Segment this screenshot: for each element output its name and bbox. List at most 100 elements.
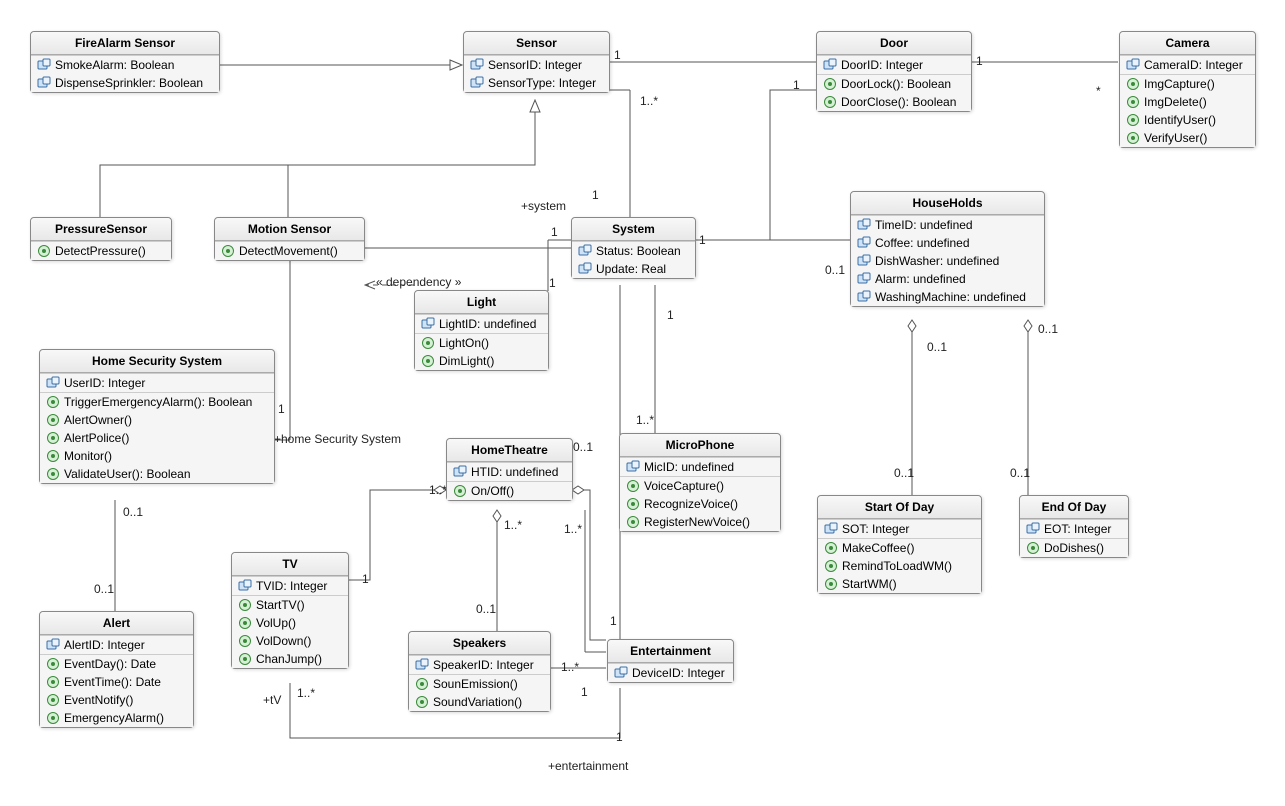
class-hometheatre[interactable]: HomeTheatre HTID: undefined On/Off() [446, 438, 573, 501]
operation-icon [453, 484, 467, 498]
member-text: CameraID: Integer [1144, 58, 1243, 72]
attribute-icon [470, 76, 484, 90]
class-firealarm-sensor[interactable]: FireAlarm Sensor SmokeAlarm: BooleanDisp… [30, 31, 220, 93]
member-text: ChanJump() [256, 652, 322, 666]
operation-row: DimLight() [415, 352, 548, 370]
mult: 1 [616, 730, 623, 744]
class-title: End Of Day [1020, 496, 1128, 519]
member-text: Update: Real [596, 262, 666, 276]
mult: 0..1 [573, 440, 593, 454]
operation-row: LightOn() [415, 334, 548, 352]
mult: 1 [667, 308, 674, 322]
class-title: Alert [40, 612, 193, 635]
member-text: SOT: Integer [842, 522, 909, 536]
member-text: EventDay(): Date [64, 657, 156, 671]
class-motion-sensor[interactable]: Motion Sensor DetectMovement() [214, 217, 365, 261]
operation-icon [824, 559, 838, 573]
member-text: SmokeAlarm: Boolean [55, 58, 174, 72]
member-text: DeviceID: Integer [632, 666, 725, 680]
member-text: AlertOwner() [64, 413, 132, 427]
class-end-of-day[interactable]: End Of Day EOT: Integer DoDishes() [1019, 495, 1129, 558]
class-microphone[interactable]: MicroPhone MicID: undefined VoiceCapture… [619, 433, 781, 532]
attribute-icon [37, 76, 51, 90]
member-text: StartWM() [842, 577, 897, 591]
mult: 1 [549, 276, 556, 290]
attribute-icon [857, 272, 871, 286]
class-title: Sensor [464, 32, 609, 55]
class-alert[interactable]: Alert AlertID: Integer EventDay(): Date E… [39, 611, 194, 728]
class-title: TV [232, 553, 348, 576]
mult: 1 [610, 614, 617, 628]
member-text: TriggerEmergencyAlarm(): Boolean [64, 395, 252, 409]
member-text: TimeID: undefined [875, 218, 973, 232]
class-pressure-sensor[interactable]: PressureSensor DetectPressure() [30, 217, 172, 261]
member-text: EmergencyAlarm() [64, 711, 164, 725]
operation-row: DetectPressure() [31, 242, 171, 260]
operation-row: RemindToLoadWM() [818, 557, 981, 575]
mult: 0..1 [476, 602, 496, 616]
class-sensor[interactable]: Sensor SensorID: IntegerSensorType: Inte… [463, 31, 610, 93]
class-title: Home Security System [40, 350, 274, 373]
class-tv[interactable]: TV TVID: Integer StartTV()VolUp()VolDown… [231, 552, 349, 669]
operation-row: RecognizeVoice() [620, 495, 780, 513]
operation-row: AlertOwner() [40, 411, 274, 429]
class-households[interactable]: HouseHolds TimeID: undefined Coffee: unde… [850, 191, 1045, 307]
attribute-row: HTID: undefined [447, 463, 572, 481]
operation-row: VolUp() [232, 614, 348, 632]
operation-row: EmergencyAlarm() [40, 709, 193, 727]
member-text: VolDown() [256, 634, 311, 648]
class-title: HouseHolds [851, 192, 1044, 215]
operation-row: ImgCapture() [1120, 75, 1255, 93]
class-camera[interactable]: Camera CameraID: Integer ImgCapture()Img… [1119, 31, 1256, 148]
member-text: VoiceCapture() [644, 479, 724, 493]
attribute-icon [626, 460, 640, 474]
mult: 0..1 [94, 582, 114, 596]
member-text: SpeakerID: Integer [433, 658, 534, 672]
attribute-icon [1126, 58, 1140, 72]
member-text: AlertPolice() [64, 431, 129, 445]
operation-icon [46, 675, 60, 689]
class-start-of-day[interactable]: Start Of Day SOT: Integer MakeCoffee()Re… [817, 495, 982, 594]
attribute-icon [823, 58, 837, 72]
class-home-security-system[interactable]: Home Security System UserID: Integer Tri… [39, 349, 275, 484]
attribute-row: SpeakerID: Integer [409, 656, 550, 674]
member-text: ImgCapture() [1144, 77, 1215, 91]
mult: 1 [976, 54, 983, 68]
operation-icon [626, 497, 640, 511]
attribute-icon [578, 244, 592, 258]
operation-row: RegisterNewVoice() [620, 513, 780, 531]
mult: 0..1 [825, 263, 845, 277]
class-speakers[interactable]: Speakers SpeakerID: Integer SounEmission… [408, 631, 551, 712]
operation-icon [415, 695, 429, 709]
attribute-icon [421, 317, 435, 331]
operation-icon [1126, 95, 1140, 109]
operation-row: VoiceCapture() [620, 477, 780, 495]
member-text: SensorID: Integer [488, 58, 582, 72]
attribute-row: AlertID: Integer [40, 636, 193, 654]
member-text: DishWasher: undefined [875, 254, 999, 268]
class-title: Door [817, 32, 971, 55]
operation-row: IdentifyUser() [1120, 111, 1255, 129]
attribute-icon [1026, 522, 1040, 536]
member-text: DoorClose(): Boolean [841, 95, 956, 109]
attribute-icon [857, 290, 871, 304]
class-system[interactable]: System Status: BooleanUpdate: Real [571, 217, 696, 279]
member-text: SoundVariation() [433, 695, 522, 709]
class-light[interactable]: Light LightID: undefined LightOn()DimLig… [414, 290, 549, 371]
mult: 0..1 [1010, 466, 1030, 480]
member-text: Coffee: undefined [875, 236, 970, 250]
member-text: Alarm: undefined [875, 272, 966, 286]
attribute-icon [857, 218, 871, 232]
role-system: +system [521, 199, 566, 213]
operation-icon [824, 541, 838, 555]
member-text: EventTime(): Date [64, 675, 161, 689]
operation-row: SoundVariation() [409, 693, 550, 711]
attribute-icon [46, 376, 60, 390]
attribute-icon [453, 465, 467, 479]
attribute-icon [824, 522, 838, 536]
role-hss: +home Security System [274, 432, 401, 446]
class-entertainment[interactable]: Entertainment DeviceID: Integer [607, 639, 734, 683]
member-text: DetectPressure() [55, 244, 146, 258]
attribute-row: TimeID: undefined [851, 216, 1044, 234]
class-door[interactable]: Door DoorID: Integer DoorLock(): Boolean… [816, 31, 972, 112]
